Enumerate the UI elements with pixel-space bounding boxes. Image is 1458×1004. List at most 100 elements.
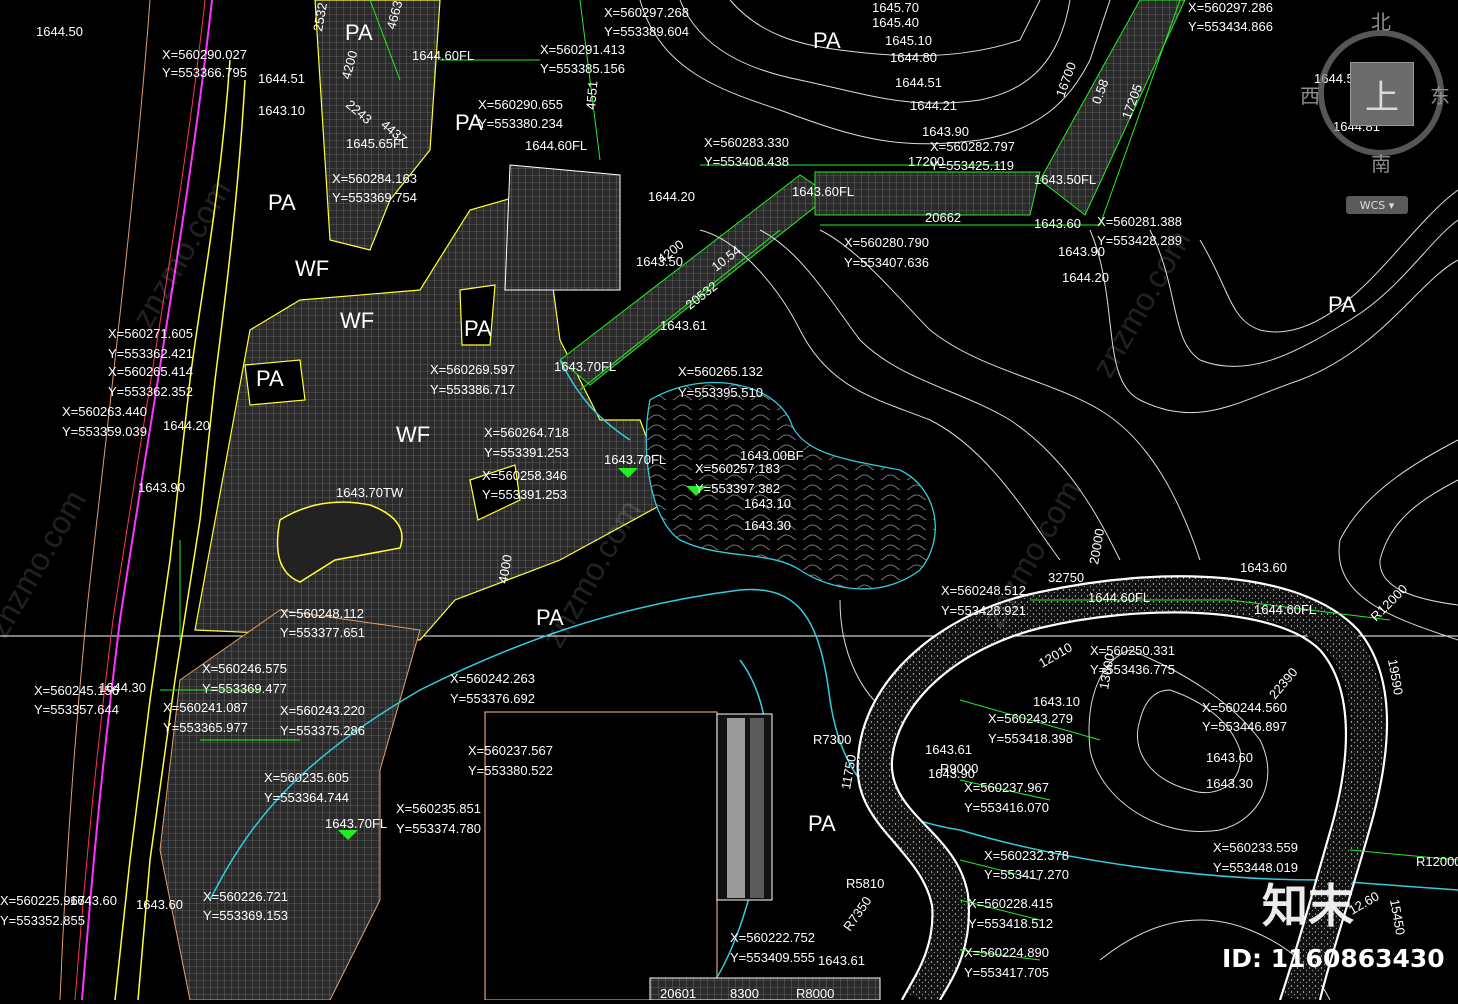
dimension: 12010 [1036,640,1075,671]
svg-text:Y=553417.705: Y=553417.705 [964,965,1049,980]
dimension: 19590 [1385,658,1406,696]
elevation: 1644.51 [895,75,942,90]
coord-callout: X=560237.567 Y=553380.522 [468,743,553,778]
svg-text:X=560244.560: X=560244.560 [1202,700,1287,715]
elevation: 1643.10 [1033,694,1080,709]
svg-text:X=560235.851: X=560235.851 [396,801,481,816]
dimension: R8000 [796,986,834,1000]
svg-text:Y=553359.039: Y=553359.039 [62,424,147,439]
coord-callout: X=560290.655 Y=553380.234 [478,97,563,131]
dimension: 20601 [660,986,696,1000]
elevation: 1643.61 [660,318,707,333]
coord-callout: X=560225.967 Y=553352.855 [0,893,85,928]
coord-callout: X=560232.378 Y=553417.270 [984,848,1069,882]
elevation: 1643.30 [744,518,791,533]
elevation: 1643.90 [138,480,185,495]
dimension: 16700 [1053,60,1079,99]
upper-plaza [314,0,441,251]
svg-text:znzmo.com: znzmo.com [125,174,238,334]
elevation: 1643.61 [925,742,972,757]
svg-text:X=560258.346: X=560258.346 [482,468,567,483]
zone-label: PA [345,20,373,45]
viewcube-top-face[interactable]: 上 [1350,62,1414,126]
svg-text:Y=553369.153: Y=553369.153 [203,908,288,923]
svg-text:Y=553389.604: Y=553389.604 [604,24,689,39]
pond [645,382,936,590]
svg-text:X=560237.967: X=560237.967 [964,780,1049,795]
svg-text:Y=553397.382: Y=553397.382 [695,481,780,496]
dimension: 22390 [1266,665,1301,702]
svg-text:Y=553364.744: Y=553364.744 [264,790,349,805]
elevation: 1643.70FL [325,816,387,831]
zone-label: PA [1328,292,1356,317]
coord-callout: X=560280.790 Y=553407.636 [844,235,929,270]
dimension: R7350 [840,894,874,934]
svg-text:Y=553374.780: Y=553374.780 [396,821,481,836]
compass-north[interactable]: 北 [1371,6,1391,35]
zone-label: PA [464,316,492,341]
coord-callout: X=560222.752 Y=553409.555 [730,930,815,965]
svg-text:Y=553418.512: Y=553418.512 [968,916,1053,931]
coord-callout: X=560263.440 Y=553359.039 [62,404,147,439]
elevation: 1644.21 [910,98,957,113]
zone-label: WF [340,308,374,333]
svg-text:X=560246.575: X=560246.575 [202,661,287,676]
cad-drawing-canvas[interactable]: PA PA PA PA PA PA PA WF WF WF PA PA 1644… [0,0,1458,1004]
compass-south[interactable]: 南 [1371,148,1391,177]
coord-callout: X=560224.890 Y=553417.705 [964,945,1049,980]
elevation: 1643.60 [1240,560,1287,575]
svg-text:X=560224.890: X=560224.890 [964,945,1049,960]
svg-text:X=560291.413: X=560291.413 [540,42,625,57]
elevation: 1644.51 [258,71,305,86]
svg-text:X=560269.597: X=560269.597 [430,362,515,377]
svg-text:X=560265.414: X=560265.414 [108,364,193,379]
coord-callout: X=560228.415 Y=553418.512 [968,896,1053,931]
east-loop-road [856,575,1388,1004]
svg-text:X=560228.415: X=560228.415 [968,896,1053,911]
elevation: 1644.80 [890,50,937,65]
elevation: 1645.40 [872,15,919,30]
svg-text:X=560282.797: X=560282.797 [930,139,1015,154]
dimension: 13600 [1096,652,1117,690]
coord-callout: X=560242.263 Y=553376.692 [450,671,535,706]
svg-text:X=560297.286: X=560297.286 [1188,0,1273,15]
elevation: 1644.60FL [1254,602,1316,617]
dimension: 17200 [908,154,944,169]
svg-text:Y=553369.754: Y=553369.754 [332,190,417,205]
svg-text:Y=553446.897: Y=553446.897 [1202,719,1287,734]
svg-text:Y=553369.477: Y=553369.477 [202,681,287,696]
elevation: 1643.30 [1206,776,1253,791]
svg-text:Y=553395.510: Y=553395.510 [678,385,763,400]
svg-text:Y=553357.644: Y=553357.644 [34,702,119,717]
watermark-id: ID: 1160863430 [1222,944,1445,973]
svg-text:Y=553352.855: Y=553352.855 [0,913,85,928]
svg-text:znzmo.com: znzmo.com [0,484,93,644]
svg-text:X=560233.559: X=560233.559 [1213,840,1298,855]
svg-text:Y=553386.717: Y=553386.717 [430,382,515,397]
dimension: R12000 [1368,581,1411,624]
svg-text:X=560263.440: X=560263.440 [62,404,147,419]
svg-text:X=560297.268: X=560297.268 [604,5,689,20]
svg-text:Y=553365.977: Y=553365.977 [163,720,248,735]
compass-east[interactable]: 东 [1430,80,1450,109]
svg-text:Y=553380.522: Y=553380.522 [468,763,553,778]
ucs-menu-button[interactable]: WCS ▾ [1346,196,1408,214]
svg-text:Y=553385.156: Y=553385.156 [540,61,625,76]
svg-text:Y=553409.555: Y=553409.555 [730,950,815,965]
elevation: 1643.61 [818,953,865,968]
zone-label: PA [808,811,836,836]
dimension: 20000 [1086,527,1107,565]
compass-west[interactable]: 西 [1300,80,1320,109]
elevation: 1644.60FL [1088,590,1150,605]
svg-text:X=560235.605: X=560235.605 [264,770,349,785]
south-plaza [159,609,421,1001]
zone-label: PA [256,366,284,391]
viewcube[interactable]: 北 南 东 西 上 WCS ▾ [1300,10,1450,220]
elevation: 1644.20 [163,418,210,433]
svg-text:X=560257.183: X=560257.183 [695,461,780,476]
svg-text:X=560280.790: X=560280.790 [844,235,929,250]
svg-text:Y=553391.253: Y=553391.253 [484,445,569,460]
svg-text:X=560284.163: X=560284.163 [332,171,417,186]
svg-text:X=560226.721: X=560226.721 [203,889,288,904]
coord-callout: X=560237.967 Y=553416.070 [964,780,1049,815]
